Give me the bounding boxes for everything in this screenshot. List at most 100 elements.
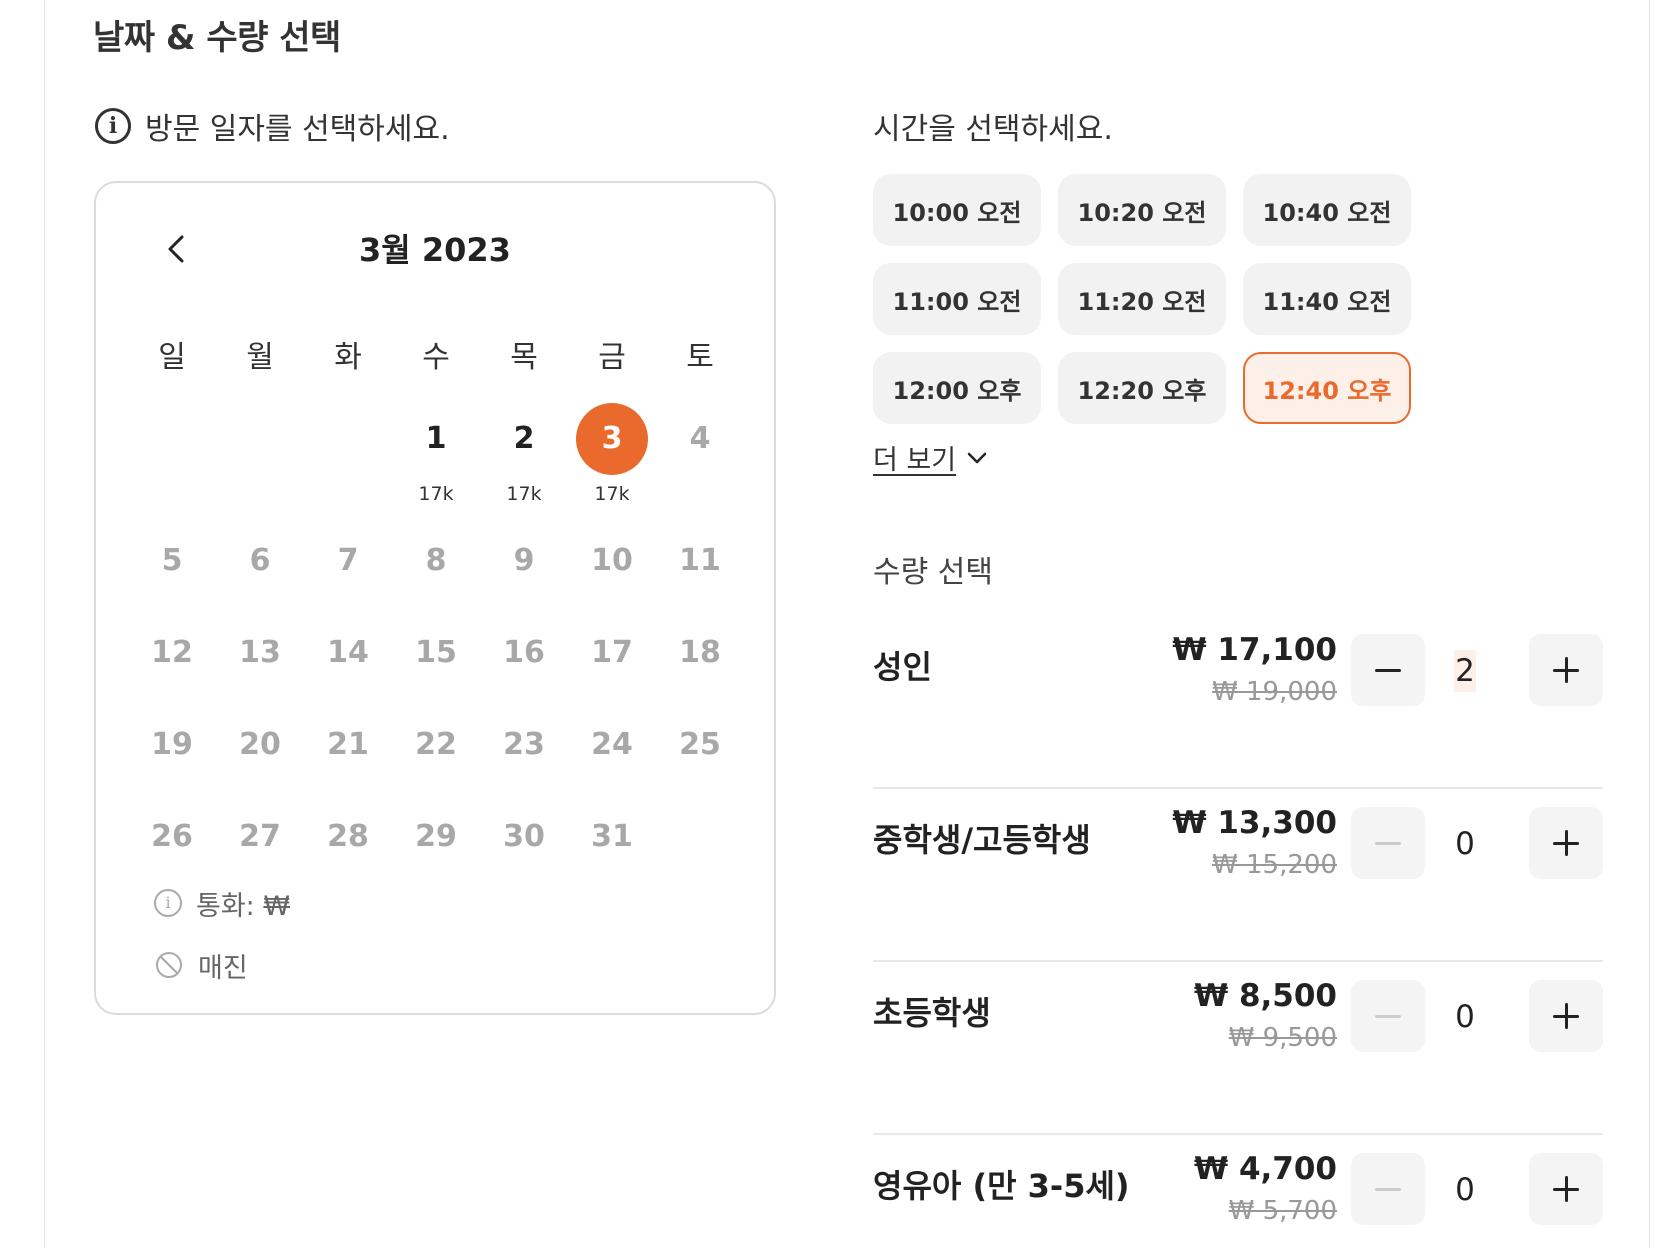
calendar-empty-cell [216, 403, 304, 525]
minus-icon [1375, 668, 1401, 672]
calendar-weeks: 1 17k 2 17k 3 17k 4 5 6 7 8 9 10 11 12 13 14 15 16 17 18 19 20… [128, 403, 744, 893]
ticket-name: 초등학생 [873, 994, 991, 1032]
day-number: 6 [249, 543, 271, 578]
minus-icon [1375, 841, 1401, 845]
original-price: ₩ 15,200 [1212, 850, 1337, 880]
time-prompt: 시간을 선택하세요. [873, 112, 1113, 147]
weekday-label: 목 [510, 340, 538, 375]
ticket-price: ₩ 17,100 ₩ 19,000 [1172, 628, 1337, 712]
ticket-row: 성인 ₩ 17,100 ₩ 19,000 2 [873, 616, 1603, 789]
day-number: 4 [689, 421, 711, 456]
increase-quantity-button[interactable] [1529, 807, 1603, 879]
calendar-day: 24 [568, 709, 656, 801]
decrease-quantity-button[interactable] [1351, 634, 1425, 706]
weekday-label: 토 [686, 340, 714, 375]
calendar-day: 8 [392, 525, 480, 617]
currency-legend: i 통화: ₩ [154, 883, 290, 923]
time-slot-button[interactable]: 11:00 오전 [873, 263, 1041, 335]
calendar-day: 19 [128, 709, 216, 801]
calendar-week: 12 13 14 15 16 17 18 [128, 617, 744, 709]
calendar-day: 28 [304, 801, 392, 893]
day-number: 27 [239, 819, 281, 854]
time-slot-button[interactable]: 12:40 오후 [1243, 352, 1411, 424]
calendar-day: 11 [656, 525, 744, 617]
calendar-day: 9 [480, 525, 568, 617]
day-number: 14 [327, 635, 369, 670]
plus-icon [1553, 830, 1579, 856]
calendar-day: 31 [568, 801, 656, 893]
ticket-row: 영유아 (만 3-5세) ₩ 4,700 ₩ 5,700 0 [873, 1135, 1603, 1248]
day-number: 30 [503, 819, 545, 854]
day-number: 21 [327, 727, 369, 762]
calendar-day: 18 [656, 617, 744, 709]
day-number: 11 [679, 543, 721, 578]
day-number: 9 [513, 543, 535, 578]
decrease-quantity-button[interactable] [1351, 1153, 1425, 1225]
calendar-day: 21 [304, 709, 392, 801]
calendar-empty-cell [304, 403, 392, 525]
current-price: ₩ 17,100 [1172, 632, 1337, 668]
calendar-day: 12 [128, 617, 216, 709]
original-price: ₩ 9,500 [1228, 1023, 1337, 1053]
currency-label: 통화: ₩ [196, 890, 291, 922]
increase-quantity-button[interactable] [1529, 634, 1603, 706]
calendar-day[interactable]: 1 17k [392, 403, 480, 525]
quantity-value: 2 [1454, 650, 1476, 692]
calendar-day: 30 [480, 801, 568, 893]
time-slot-button[interactable]: 12:20 오후 [1058, 352, 1226, 424]
plus-icon [1553, 1176, 1579, 1202]
minus-icon [1375, 1187, 1401, 1191]
current-price: ₩ 13,300 [1172, 805, 1337, 841]
calendar-day[interactable]: 2 17k [480, 403, 568, 525]
quantity-value: 0 [1455, 1172, 1475, 1208]
info-icon: i [154, 889, 182, 917]
increase-quantity-button[interactable] [1529, 980, 1603, 1052]
ticket-price: ₩ 8,500 ₩ 9,500 [1194, 974, 1337, 1058]
weekday-label: 수 [422, 340, 450, 375]
show-more-button[interactable]: 더 보기 [873, 438, 988, 477]
decrease-quantity-button[interactable] [1351, 980, 1425, 1052]
day-number: 25 [679, 727, 721, 762]
day-number: 31 [591, 819, 633, 854]
calendar-day: 14 [304, 617, 392, 709]
calendar-day: 20 [216, 709, 304, 801]
sold-out-icon [156, 952, 182, 978]
calendar-day: 16 [480, 617, 568, 709]
calendar-day: 4 [656, 403, 744, 525]
time-slot-button[interactable]: 10:20 오전 [1058, 174, 1226, 246]
time-slot-button[interactable]: 10:00 오전 [873, 174, 1041, 246]
calendar-day: 25 [656, 709, 744, 801]
calendar-day: 23 [480, 709, 568, 801]
day-number: 23 [503, 727, 545, 762]
info-icon: i [95, 108, 131, 144]
calendar: 3월 2023 일월화수목금토 1 17k 2 17k 3 17k 4 5 6 7 8 9 10 11 12… [94, 181, 776, 1015]
ticket-name: 영유아 (만 3-5세) [873, 1167, 1130, 1205]
original-price: ₩ 5,700 [1228, 1196, 1337, 1226]
time-slot-button[interactable]: 11:40 오전 [1243, 263, 1411, 335]
calendar-day: 10 [568, 525, 656, 617]
day-number: 22 [415, 727, 457, 762]
decrease-quantity-button[interactable] [1351, 807, 1425, 879]
day-number: 8 [425, 543, 447, 578]
day-number: 20 [239, 727, 281, 762]
day-number: 7 [337, 543, 359, 578]
day-number: 2 [513, 421, 535, 456]
current-price: ₩ 4,700 [1193, 1151, 1337, 1187]
quantity-title: 수량 선택 [873, 555, 993, 590]
time-slot-button[interactable]: 12:00 오후 [873, 352, 1041, 424]
calendar-day[interactable]: 3 17k [568, 403, 656, 525]
calendar-day: 22 [392, 709, 480, 801]
time-slot-button[interactable]: 11:20 오전 [1058, 263, 1226, 335]
ticket-price: ₩ 13,300 ₩ 15,200 [1172, 801, 1337, 885]
ticket-row: 초등학생 ₩ 8,500 ₩ 9,500 0 [873, 962, 1603, 1135]
soldout-label: 매진 [198, 952, 248, 984]
day-number: 5 [161, 543, 183, 578]
date-prompt: i 방문 일자를 선택하세요. [95, 104, 450, 148]
increase-quantity-button[interactable] [1529, 1153, 1603, 1225]
day-number: 17 [591, 635, 633, 670]
plus-icon [1553, 1003, 1579, 1029]
day-number: 15 [415, 635, 457, 670]
time-slot-button[interactable]: 10:40 오전 [1243, 174, 1411, 246]
day-number: 16 [503, 635, 545, 670]
day-number: 29 [415, 819, 457, 854]
